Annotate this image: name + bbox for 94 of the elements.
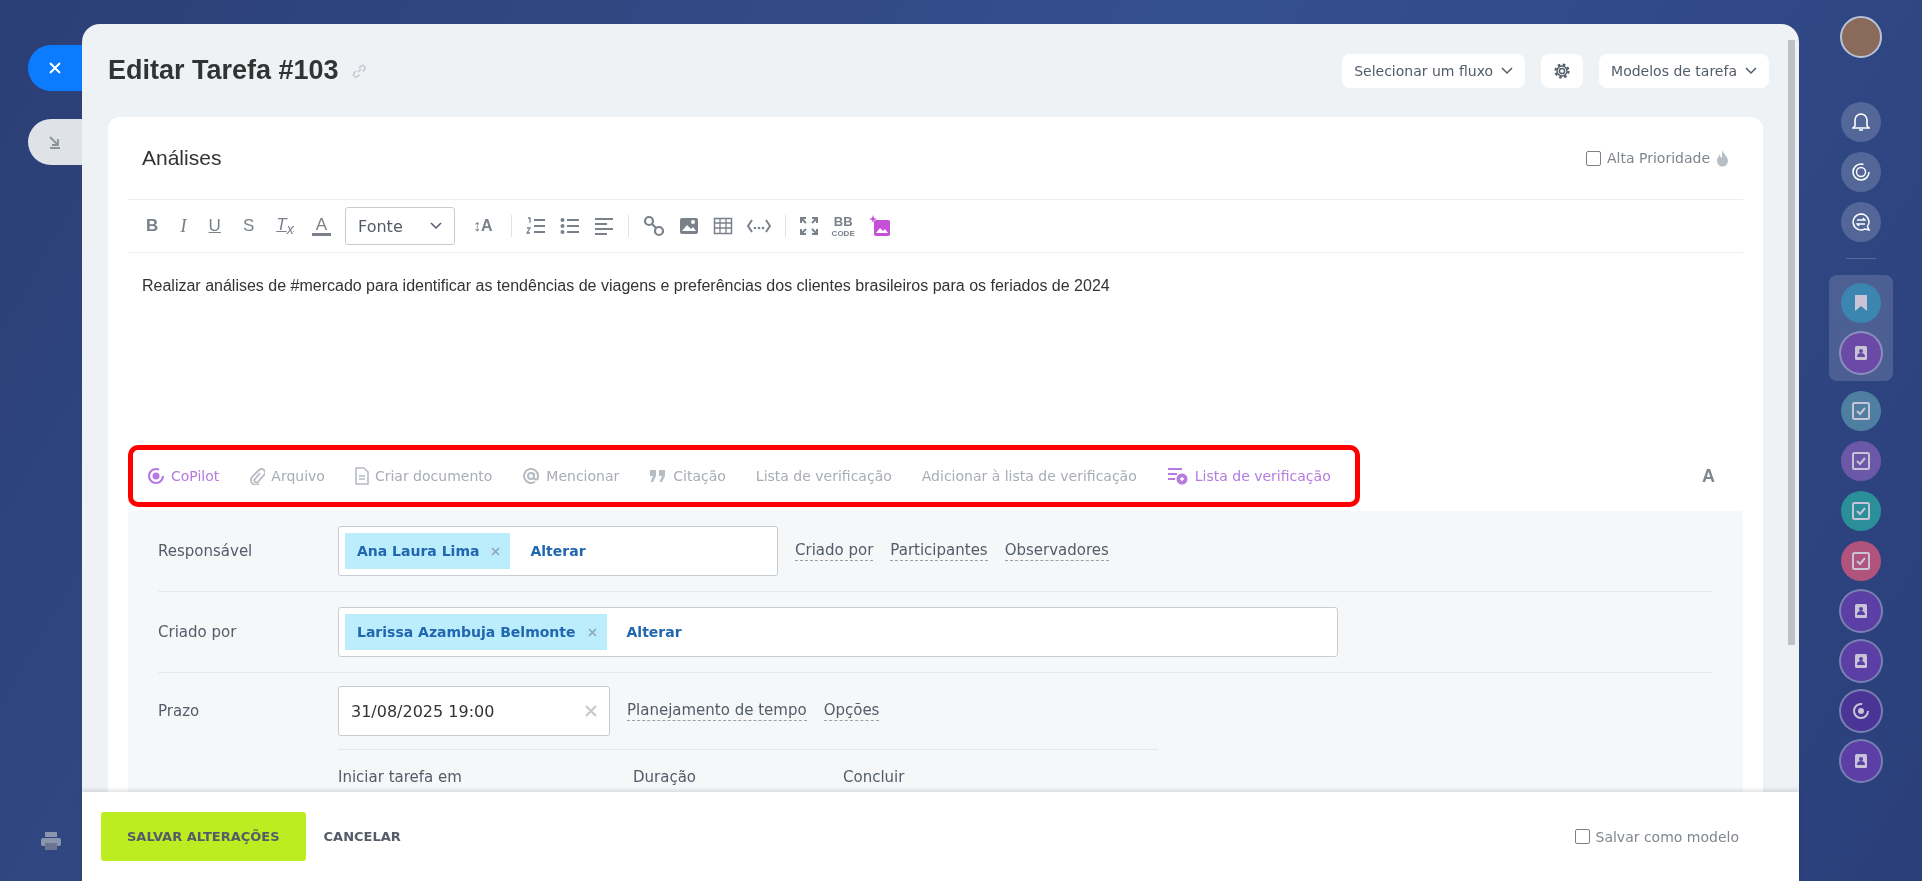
copilot-glyph-icon — [1851, 702, 1870, 720]
field-label: Prazo — [158, 702, 201, 720]
attachment-bar-item[interactable]: Adicionar à lista de verificação — [921, 468, 1137, 484]
field-label: Responsável — [158, 542, 254, 560]
format-button[interactable]: U — [204, 216, 225, 236]
chevron-down-icon — [430, 222, 443, 230]
template-label: Salvar como modelo — [1595, 828, 1739, 845]
document-icon — [354, 467, 369, 485]
remove-icon[interactable] — [587, 627, 597, 637]
responsible-field[interactable]: Ana Laura Lima Alterar — [338, 526, 778, 576]
avatar[interactable] — [1839, 16, 1882, 58]
person-tag[interactable]: Larissa Azambuja Belmonte — [345, 614, 607, 650]
code-icon[interactable] — [746, 218, 771, 234]
field-label: Criado por — [158, 623, 238, 641]
ai-image-icon[interactable] — [868, 215, 891, 237]
task-title-field[interactable]: Análises — [142, 146, 1586, 170]
format-button[interactable]: S — [238, 216, 259, 236]
minimize-button[interactable] — [28, 119, 82, 165]
deadline-option-link[interactable]: Opções — [823, 701, 880, 721]
table-icon[interactable] — [712, 217, 733, 235]
contact-glyph-icon — [1853, 753, 1868, 769]
contact-glyph-icon — [1853, 653, 1868, 669]
contact-book-icon[interactable] — [1840, 591, 1881, 631]
role-link[interactable]: Observadores — [1004, 541, 1109, 561]
bell-icon[interactable] — [1840, 102, 1881, 142]
printer-icon[interactable] — [40, 831, 62, 851]
cancel-button[interactable]: CANCELAR — [317, 828, 407, 845]
task-icon[interactable] — [1840, 491, 1881, 531]
field-label: Duração — [633, 768, 698, 786]
attachment-bar-item[interactable]: Criar documento — [354, 467, 493, 485]
attachment-bar-item[interactable]: Lista de verificação — [755, 468, 892, 484]
role-link[interactable]: Criado por — [795, 541, 874, 561]
contact-glyph-icon — [1853, 603, 1868, 619]
chevron-down-icon — [1501, 66, 1514, 75]
bookmark-icon[interactable] — [1840, 283, 1881, 323]
settings-button[interactable] — [1541, 53, 1584, 88]
font-toggle-button[interactable]: A — [1696, 464, 1721, 488]
task-icon[interactable] — [1840, 391, 1881, 431]
templates-select[interactable]: Modelos de tarefa — [1599, 53, 1769, 88]
format-button[interactable]: A — [311, 216, 332, 236]
change-link[interactable]: Alterar — [530, 543, 586, 559]
remove-icon[interactable] — [491, 546, 501, 556]
bbcode-button[interactable]: BB CODE — [831, 214, 855, 238]
attachment-bar-item[interactable]: Mencionar — [522, 467, 620, 485]
contact-book-icon[interactable] — [1840, 333, 1881, 373]
priority-label: Alta Prioridade — [1607, 150, 1710, 166]
flow-select[interactable]: Selecionar um fluxo — [1342, 53, 1526, 88]
save-button[interactable]: SALVAR ALTERAÇÕES — [101, 812, 306, 861]
close-icon — [47, 60, 63, 76]
attachment-bar-item[interactable]: CoPilot — [147, 467, 220, 485]
paperclip-icon — [249, 467, 266, 485]
window-title: Editar Tarefa #103 — [108, 55, 339, 86]
attachment-bar-item[interactable]: Lista de verificação — [1166, 467, 1331, 485]
deadline-option-link[interactable]: Planejamento de tempo — [627, 701, 807, 721]
fullscreen-icon[interactable] — [799, 217, 818, 235]
copilot-icon — [147, 467, 165, 485]
quote-icon — [649, 469, 668, 483]
checklist-add-icon — [1166, 467, 1189, 485]
minimize-icon — [47, 134, 63, 150]
scrollbar[interactable] — [1788, 40, 1795, 645]
attachment-bar-item[interactable]: Arquivo — [249, 467, 325, 485]
settings-icon — [1553, 61, 1572, 80]
font-size-button[interactable]: ↕A — [469, 217, 497, 235]
format-button[interactable]: B — [142, 216, 163, 236]
image-icon[interactable] — [678, 217, 699, 235]
chat-icon[interactable] — [1840, 202, 1881, 242]
task-icon[interactable] — [1840, 541, 1881, 581]
align-icon[interactable] — [593, 217, 614, 235]
field-label: Iniciar tarefa em — [338, 768, 463, 786]
flame-icon — [1716, 149, 1729, 167]
numbered-list-icon[interactable] — [525, 217, 546, 235]
description-text[interactable]: Realizar análises de #mercado para identificar as tendências de viagens e preferências dos clientes brasileiros para os feriados de 2024 — [128, 253, 1743, 441]
contact-book-icon[interactable] — [1840, 741, 1881, 781]
task-icon[interactable] — [1840, 441, 1881, 481]
change-link[interactable]: Alterar — [626, 624, 682, 640]
priority-checkbox[interactable] — [1586, 150, 1601, 166]
format-button[interactable]: T$_{x}$ — [272, 214, 298, 238]
chevron-down-icon — [1745, 66, 1757, 75]
font-select[interactable]: Fonte — [345, 207, 456, 245]
at-sign-icon — [522, 467, 541, 485]
contact-book-icon[interactable] — [1840, 641, 1881, 681]
role-link[interactable]: Participantes — [890, 541, 988, 561]
template-checkbox[interactable] — [1574, 829, 1590, 844]
field-label: Concluir — [843, 768, 905, 786]
link-icon[interactable] — [642, 215, 665, 237]
format-button[interactable]: I — [176, 215, 191, 237]
attachment-bar-item[interactable]: Citação — [649, 468, 726, 484]
person-tag[interactable]: Ana Laura Lima — [345, 533, 511, 569]
copilot-icon[interactable] — [1840, 691, 1881, 731]
close-button[interactable] — [28, 45, 82, 91]
deadline-field[interactable]: 31/08/2025 19:00 — [338, 686, 610, 736]
creator-field[interactable]: Larissa Azambuja Belmonte Alterar — [338, 607, 1338, 657]
bullet-list-icon[interactable] — [559, 217, 580, 235]
copilot-icon[interactable] — [1840, 152, 1881, 192]
